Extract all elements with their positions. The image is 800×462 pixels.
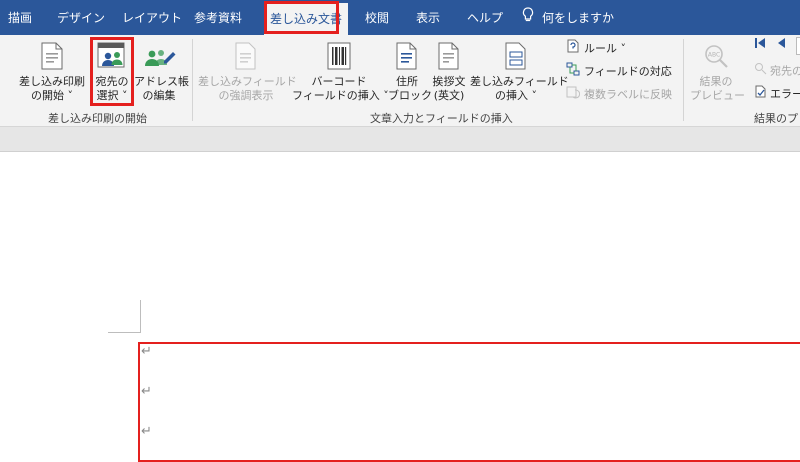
preview-results-label-2: プレビュー xyxy=(690,89,745,102)
match-fields-button[interactable]: フィールドの対応 xyxy=(566,62,672,80)
paragraph-mark: ↵ xyxy=(141,344,152,359)
paragraph-mark: ↵ xyxy=(141,384,152,399)
update-labels-button[interactable]: 複数ラベルに反映 xyxy=(566,85,672,103)
select-recipients-label-1: 宛先の xyxy=(95,75,129,88)
rules-button[interactable]: ルール ˅ xyxy=(566,39,626,57)
greeting-line-label-1: 挨拶文 xyxy=(432,75,466,88)
tab-help[interactable]: ヘルプ xyxy=(467,0,503,35)
merge-field-icon xyxy=(502,41,530,75)
preview-abc-icon: ABC xyxy=(702,41,730,75)
start-mail-merge-label-2: の開始 ˅ xyxy=(31,89,73,102)
highlight-merge-fields-label-2: の強調表示 xyxy=(218,89,274,102)
address-block-label-2: ブロック xyxy=(388,89,432,102)
greeting-line-icon xyxy=(436,41,462,75)
document-mail-icon xyxy=(37,41,67,75)
insert-merge-field-label-2: の挿入 ˅ xyxy=(495,89,537,102)
document-page[interactable]: ↵ ↵ ↵ xyxy=(0,152,800,462)
check-errors-icon xyxy=(754,85,767,104)
lightbulb-icon xyxy=(522,1,534,37)
highlight-fields-icon xyxy=(232,41,260,75)
edit-list-icon xyxy=(142,41,176,75)
tab-design[interactable]: デザイン xyxy=(57,0,105,35)
find-recipient-label: 宛先の xyxy=(770,64,800,78)
tab-draw[interactable]: 描画 xyxy=(8,0,32,35)
preview-results-label-1: 結果の xyxy=(699,75,733,88)
ribbon-panel: 差し込み印刷 の開始 ˅ 宛先の 選択 ˅ アドレス帳 の編集 差し込み印刷の開… xyxy=(0,35,800,127)
ribbon-tab-bar: 描画 デザイン レイアウト 参考資料 差し込み文書 校閲 表示 ヘルプ 何をしま… xyxy=(0,0,800,35)
match-fields-label: フィールドの対応 xyxy=(584,65,672,78)
record-number-box[interactable] xyxy=(796,37,800,55)
tab-view[interactable]: 表示 xyxy=(416,0,440,35)
paragraph-mark: ↵ xyxy=(141,424,152,439)
select-recipients-label-2: 選択 ˅ xyxy=(96,89,128,102)
update-labels-label: 複数ラベルに反映 xyxy=(584,88,672,101)
svg-text:ABC: ABC xyxy=(708,52,720,59)
group-separator xyxy=(683,39,684,121)
previous-record-icon[interactable] xyxy=(776,37,786,55)
check-errors-button[interactable]: エラー xyxy=(754,85,800,103)
record-navigation xyxy=(754,37,800,55)
highlight-merge-fields-label-1: 差し込みフィールド xyxy=(198,75,297,88)
insert-barcode-field-label-2: フィールドの挿入 ˅ xyxy=(292,89,389,102)
rules-label: ルール ˅ xyxy=(584,42,626,55)
tab-mailings[interactable]: 差し込み文書 xyxy=(264,3,349,35)
edit-recipient-list-label-2: の編集 xyxy=(142,89,176,102)
tab-review[interactable]: 校閲 xyxy=(365,0,389,35)
match-fields-icon xyxy=(566,62,580,82)
margin-marker-horizontal xyxy=(108,332,141,333)
group-label-preview: 結果のプ xyxy=(754,112,798,125)
address-block-label-1: 住所 xyxy=(396,75,418,88)
start-mail-merge-label-1: 差し込み印刷 xyxy=(19,75,85,88)
address-block-icon xyxy=(394,41,420,75)
tell-me-box[interactable]: 何をしますか xyxy=(522,0,614,35)
find-recipient-icon xyxy=(754,62,767,81)
rules-icon xyxy=(566,39,580,59)
edit-recipient-list-label-1: アドレス帳 xyxy=(134,75,189,88)
recipients-icon xyxy=(96,41,128,75)
group-label-start-merge: 差し込み印刷の開始 xyxy=(48,112,147,125)
check-errors-label: エラー xyxy=(770,87,800,101)
tell-me-text: 何をしますか xyxy=(542,11,615,25)
greeting-line-label-2: (英文) xyxy=(433,89,465,102)
insert-barcode-field-label-1: バーコード xyxy=(311,75,367,88)
first-record-icon[interactable] xyxy=(754,37,766,55)
update-labels-icon xyxy=(566,85,581,105)
group-label-write-insert: 文章入力とフィールドの挿入 xyxy=(370,112,513,125)
tab-references[interactable]: 参考資料 xyxy=(194,0,242,35)
insert-merge-field-label-1: 差し込みフィールド xyxy=(470,75,569,88)
tab-layout[interactable]: レイアウト xyxy=(122,0,182,35)
ruler-band xyxy=(0,127,800,152)
highlight-document-area xyxy=(138,342,800,462)
barcode-icon xyxy=(325,41,353,75)
find-recipient-button[interactable]: 宛先の xyxy=(754,62,800,80)
group-separator xyxy=(192,39,193,121)
margin-marker-vertical xyxy=(140,300,141,332)
